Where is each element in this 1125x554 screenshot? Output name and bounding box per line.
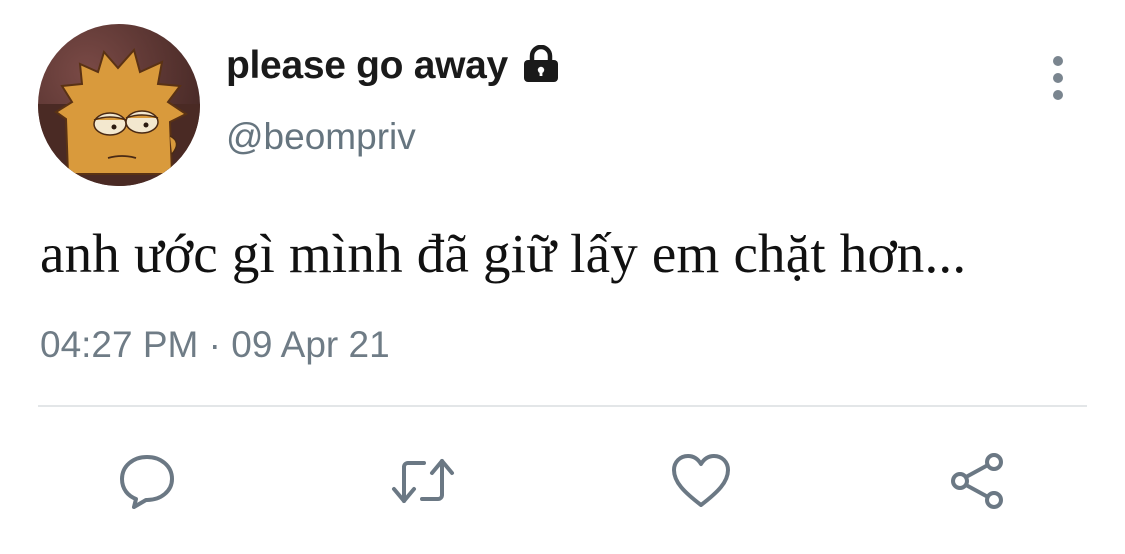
like-button[interactable] [668, 448, 734, 514]
tweet-card: please go away @beompriv anh ước gì mình… [0, 0, 1125, 554]
divider [38, 405, 1087, 407]
reply-icon [120, 455, 174, 509]
tweet-timestamp[interactable]: 04:27 PM · 09 Apr 21 [40, 324, 390, 366]
more-dot [1053, 73, 1063, 83]
more-dot [1053, 90, 1063, 100]
more-vertical-icon [1053, 56, 1063, 66]
retweet-icon [392, 459, 454, 503]
display-name[interactable]: please go away [226, 44, 562, 88]
avatar[interactable] [38, 24, 200, 186]
display-name-text: please go away [226, 44, 508, 87]
heart-icon [672, 454, 730, 507]
tweet-text: anh ước gì mình đã giữ lấy em chặt hơn..… [40, 223, 967, 284]
more-options-button[interactable] [1040, 56, 1076, 100]
retweet-button[interactable] [390, 448, 456, 514]
lock-icon [520, 45, 562, 83]
share-button[interactable] [944, 448, 1010, 514]
share-icon [951, 453, 1003, 509]
user-handle[interactable]: @beompriv [226, 116, 416, 158]
reply-button[interactable] [114, 448, 180, 514]
